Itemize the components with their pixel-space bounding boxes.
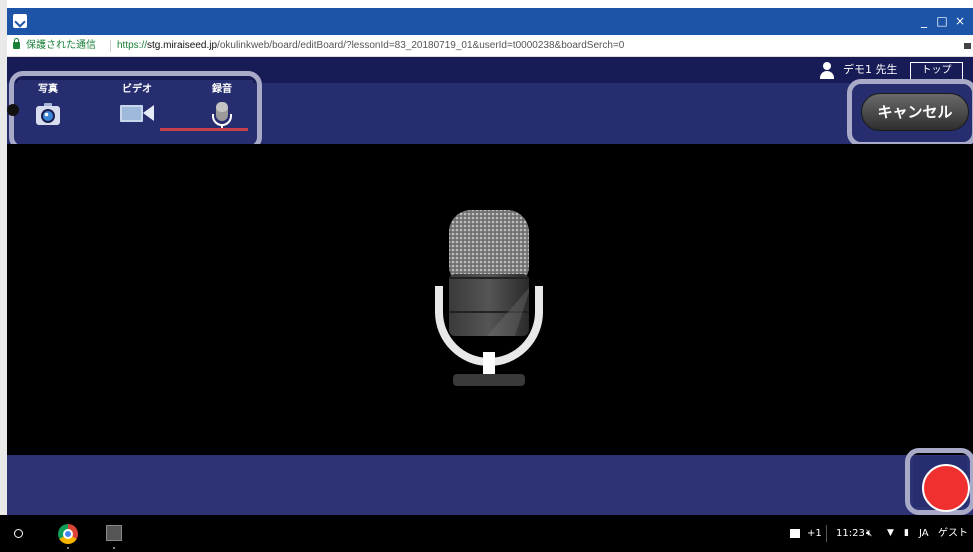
microphone-icon [435,210,543,386]
close-button[interactable]: × [953,14,967,28]
battery-icon[interactable]: ▮ [904,515,909,552]
address-bar[interactable]: 保護された通信 https://stg.miraiseed.jp/okulink… [7,35,973,57]
clock[interactable]: 11:23 [836,515,865,552]
camera-icon [36,103,60,125]
record-button-frame-inner [913,456,970,512]
media-toolbar: 写真 ビデオ 録音 キャンセル [7,71,973,151]
url-text[interactable]: https://stg.miraiseed.jp/okulinkweb/boar… [117,35,625,56]
cancel-button[interactable]: キャンセル [861,93,969,131]
ime-indicator[interactable]: JA [919,515,929,552]
bottom-control-bar [7,448,973,515]
recording-stage [7,144,973,455]
pointer-dot [7,104,19,116]
os-shelf: +1 11:23 🔇︎ ▼ ▮ JA ゲスト [0,515,973,552]
secure-connection-label: 保護された通信 [26,40,96,51]
running-indicator [67,547,69,549]
user-account-label[interactable]: ゲスト [938,515,968,552]
video-camera-icon [120,105,154,122]
address-separator [110,40,111,52]
app-logo-icon [13,14,27,28]
user-name: デモ1 先生 [843,63,898,76]
top-button[interactable]: トップ [910,62,963,80]
screen: _ □ × 保護された通信 https://stg.miraiseed.jp/o… [0,0,973,552]
left-edge-strip [0,0,7,515]
record-button[interactable] [922,464,970,512]
screenshot-notification-icon[interactable] [790,529,800,538]
minimize-button[interactable]: _ [917,14,931,28]
video-button[interactable]: ビデオ [104,80,170,142]
launcher-icon[interactable] [14,529,23,538]
url-path: /okulinkweb/board/editBoard/?lessonId=83… [217,40,625,51]
cast-icon[interactable] [964,43,971,49]
tray-separator [826,525,827,542]
url-host: stg.miraiseed.jp [147,40,218,51]
notification-count[interactable]: +1 [807,515,822,552]
wifi-icon[interactable]: ▼ [887,515,894,552]
chrome-icon[interactable] [58,524,78,544]
media-button-group: 写真 ビデオ 録音 [9,71,262,151]
photo-button[interactable]: 写真 [20,80,76,142]
app-icon[interactable] [106,525,122,541]
maximize-button[interactable]: □ [935,14,949,28]
running-indicator [113,547,115,549]
cancel-button-frame: キャンセル [847,79,973,147]
browser-titlebar: _ □ × [7,8,973,35]
mute-icon[interactable]: 🔇︎ [866,515,872,552]
recording-button[interactable]: 録音 [196,80,248,142]
media-button-group-inner: 写真 ビデオ 録音 [18,80,253,142]
user-icon [820,62,834,79]
lock-icon [13,38,20,49]
cancel-button-frame-inner: キャンセル [855,87,969,139]
video-label: ビデオ [122,84,152,95]
record-button-frame [905,448,973,515]
recording-label: 録音 [212,84,232,95]
selected-tab-indicator [160,128,248,131]
photo-label: 写真 [38,84,58,95]
url-protocol: https:// [117,40,148,51]
